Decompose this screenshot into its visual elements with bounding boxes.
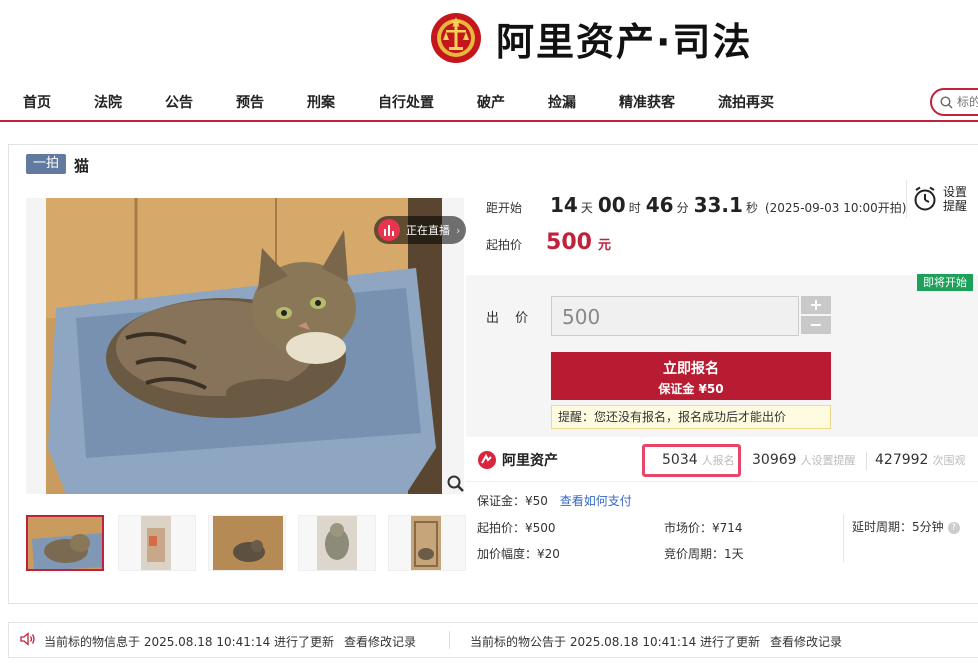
deposit-text: 保证金：¥50 — [477, 494, 548, 508]
delay-period-text: 延时周期：5分钟 — [852, 520, 944, 534]
increment-detail: 加价幅度：¥20 — [477, 547, 560, 561]
search-box[interactable] — [930, 88, 978, 116]
bid-label: 出 价 — [486, 311, 535, 326]
nav-item-precise-customer[interactable]: 精准获客 — [619, 92, 675, 112]
how-to-pay-link[interactable]: 查看如何支付 — [560, 494, 632, 508]
court-emblem-icon — [431, 13, 481, 63]
search-icon — [940, 95, 953, 108]
details-divider — [843, 514, 844, 562]
apply-button-deposit: 保证金 ¥50 — [658, 382, 724, 396]
view-count: 427992 次围观 — [875, 452, 965, 468]
nav-item-court[interactable]: 法院 — [94, 92, 122, 112]
nav-item-rebuy[interactable]: 流拍再买 — [718, 92, 774, 112]
reminder-count: 30969 人设置提醒 — [752, 452, 856, 468]
thumbnail-2[interactable] — [118, 515, 196, 571]
live-stream-button[interactable]: 正在直播 › — [374, 216, 466, 244]
ali-assets-logo[interactable]: 阿里资产 — [478, 450, 558, 470]
start-price-value: 500 — [546, 230, 592, 255]
search-input[interactable] — [957, 95, 978, 109]
nav-item-home[interactable]: 首页 — [23, 92, 51, 112]
apply-button-label: 立即报名 — [663, 361, 719, 377]
thumbnail-4[interactable] — [298, 515, 376, 571]
reminder-label-1: 设置 — [943, 185, 968, 199]
bid-amount-input[interactable]: 500 — [551, 296, 799, 336]
help-icon[interactable]: ? — [947, 521, 960, 534]
apply-now-button[interactable]: 立即报名 保证金 ¥50 — [551, 352, 831, 400]
countdown-minutes-unit: 分 — [676, 201, 689, 215]
reminder-label-2: 提醒 — [943, 199, 968, 213]
increase-bid-button[interactable]: + — [801, 296, 831, 314]
live-stream-label: 正在直播 — [406, 224, 450, 237]
ali-assets-icon — [478, 451, 496, 469]
start-price-detail: 起拍价：¥500 — [477, 521, 556, 535]
nav-item-preview[interactable]: 预告 — [236, 92, 264, 112]
alarm-clock-icon — [914, 186, 936, 211]
signup-count-highlight — [642, 444, 741, 477]
countdown-minutes: 46 — [645, 193, 674, 217]
announcement-notice: 当前标的物公告于 2025.08.18 10:41:14 进行了更新 — [470, 635, 761, 649]
view-count-label: 次围观 — [932, 454, 966, 467]
set-reminder-button[interactable]: 设置 提醒 — [906, 180, 978, 218]
view-count-value: 427992 — [875, 452, 929, 468]
item-info-history-link[interactable]: 查看修改记录 — [344, 633, 416, 650]
item-title: 猫 — [74, 157, 90, 175]
site-logo[interactable]: 阿里资产·司法 — [430, 9, 752, 67]
countdown-hours-unit: 时 — [628, 201, 641, 215]
nav-item-bargain[interactable]: 捡漏 — [548, 92, 576, 112]
market-price-detail: 市场价：¥714 — [664, 521, 743, 535]
nav-item-self-disposal[interactable]: 自行处置 — [378, 92, 434, 112]
live-bars-icon — [378, 219, 400, 241]
start-price: 起拍价 500 元 — [486, 230, 611, 255]
auction-round-badge: 一拍 — [26, 154, 66, 174]
reminder-count-value: 30969 — [752, 452, 797, 468]
countdown-hours: 00 — [597, 193, 626, 217]
delay-period-detail: 延时周期：5分钟? — [852, 518, 960, 535]
nav-item-bankruptcy[interactable]: 破产 — [477, 92, 505, 112]
item-info-notice: 当前标的物信息于 2025.08.18 10:41:14 进行了更新 — [44, 635, 335, 649]
thumbnail-1[interactable] — [26, 515, 104, 571]
nav-item-criminal[interactable]: 刑案 — [307, 92, 335, 112]
chevron-right-icon: › — [456, 223, 461, 237]
thumbnail-5[interactable] — [388, 515, 466, 571]
status-tag: 即将开始 — [917, 274, 973, 291]
thumbnail-3[interactable] — [208, 515, 286, 571]
speaker-icon — [20, 632, 35, 646]
start-price-label: 起拍价 — [486, 238, 523, 252]
countdown-seconds-unit: 秒 — [745, 201, 758, 215]
reminder-count-label: 人设置提醒 — [800, 454, 856, 467]
countdown-seconds: 33.1 — [693, 193, 743, 217]
notice-divider — [449, 631, 450, 649]
decrease-bid-button[interactable]: − — [801, 316, 831, 334]
announcement-history-link[interactable]: 查看修改记录 — [770, 633, 842, 650]
stat-divider — [866, 452, 867, 470]
nav-item-announcement[interactable]: 公告 — [165, 92, 193, 112]
countdown-start-note: (2025-09-03 10:00开拍) — [764, 201, 907, 215]
countdown-label: 距开始 — [486, 201, 523, 215]
zoom-icon[interactable] — [446, 474, 466, 494]
start-price-unit: 元 — [597, 238, 611, 253]
countdown-days: 14 — [550, 193, 578, 217]
ali-assets-name: 阿里资产 — [502, 453, 558, 469]
deposit-info: 保证金：¥50 查看如何支付 — [477, 492, 632, 509]
countdown: 距开始 14 天 00 时 46 分 33.1 秒 (2025-09-03 10… — [486, 193, 906, 217]
countdown-days-unit: 天 — [580, 201, 593, 215]
site-title: 阿里资产·司法 — [496, 19, 753, 64]
thumbnail-strip — [26, 515, 466, 571]
bid-period-detail: 竞价周期：1天 — [664, 547, 744, 561]
registration-tip: 提醒：您还没有报名，报名成功后才能出价 — [551, 405, 831, 429]
